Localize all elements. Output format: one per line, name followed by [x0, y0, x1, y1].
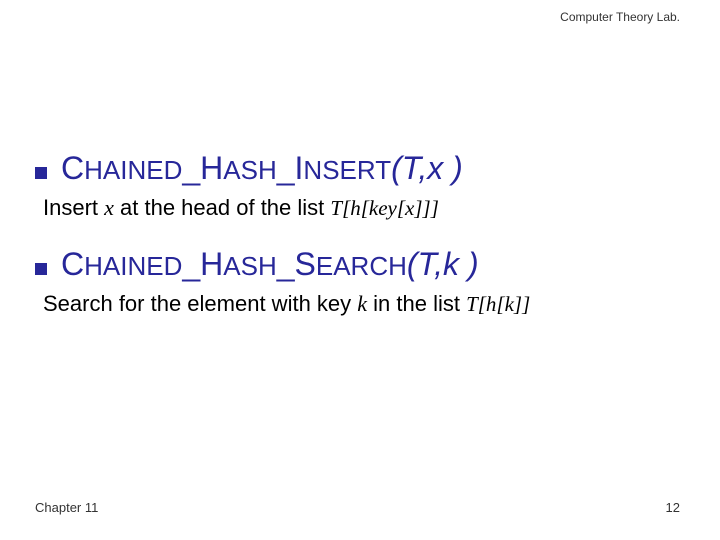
bullet-item-insert: CHAINED_HASH_INSERT(T,x ) — [35, 150, 685, 187]
function-title-search: CHAINED_HASH_SEARCH(T,k ) — [61, 246, 479, 283]
footer-chapter: Chapter 11 — [35, 500, 98, 515]
description-insert: Insert x at the head of the list T[h[key… — [43, 193, 685, 224]
square-bullet-icon — [35, 263, 47, 275]
description-search: Search for the element with key k in the… — [43, 289, 685, 320]
function-title-insert: CHAINED_HASH_INSERT(T,x ) — [61, 150, 463, 187]
header-lab: Computer Theory Lab. — [560, 10, 680, 24]
square-bullet-icon — [35, 167, 47, 179]
bullet-item-search: CHAINED_HASH_SEARCH(T,k ) — [35, 246, 685, 283]
footer-page-number: 12 — [666, 500, 680, 515]
slide-content: CHAINED_HASH_INSERT(T,x ) Insert x at th… — [35, 150, 685, 342]
